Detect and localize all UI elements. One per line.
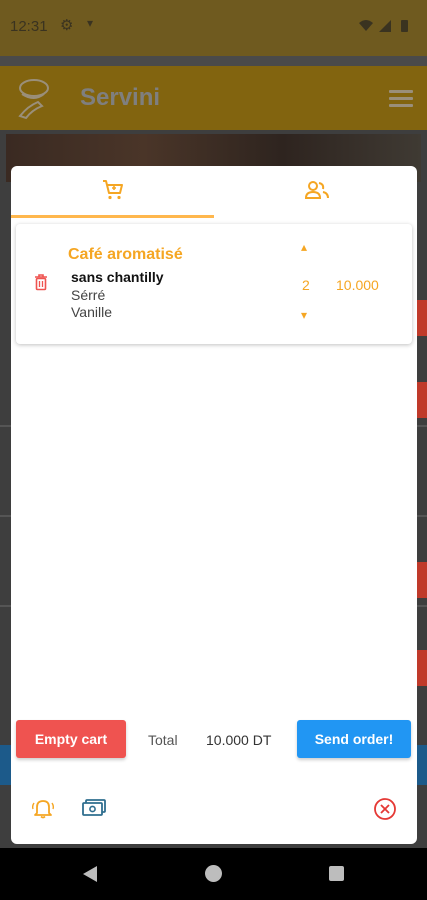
- total-value: 10.000 DT: [206, 732, 272, 748]
- active-tab-indicator: [11, 215, 214, 218]
- recent-apps-icon[interactable]: [329, 866, 344, 881]
- status-time: 12:31: [10, 18, 48, 35]
- servini-logo-icon: [14, 76, 54, 125]
- decrease-quantity-icon[interactable]: ▾: [301, 308, 307, 322]
- cart-dialog: Café aromatisé sans chantilly Sérré Vani…: [11, 166, 417, 844]
- cart-icon: [101, 178, 125, 207]
- item-option: Sérré: [71, 287, 106, 303]
- cart-item: Café aromatisé sans chantilly Sérré Vani…: [16, 224, 412, 344]
- item-option: Vanille: [71, 304, 112, 320]
- empty-cart-button[interactable]: Empty cart: [16, 720, 126, 758]
- send-order-button[interactable]: Send order!: [297, 720, 411, 758]
- total-label: Total: [148, 732, 178, 748]
- notification-dot-icon: ▾: [87, 16, 94, 30]
- item-name: Café aromatisé: [68, 246, 183, 263]
- system-icons: [357, 17, 417, 40]
- app-bar: Servini: [0, 66, 427, 130]
- system-nav-bar: [0, 848, 427, 900]
- users-icon: [304, 178, 330, 207]
- increase-quantity-icon[interactable]: ▴: [301, 240, 307, 254]
- hamburger-icon[interactable]: [389, 90, 413, 108]
- cart-tabs: [11, 166, 417, 218]
- money-icon[interactable]: [81, 798, 107, 823]
- tab-users[interactable]: [214, 166, 417, 218]
- close-circle-icon[interactable]: [373, 797, 397, 826]
- delete-icon[interactable]: [34, 274, 48, 296]
- cart-footer: Empty cart Total 10.000 DT Send order!: [11, 719, 417, 759]
- item-quantity: 2: [302, 277, 310, 293]
- home-icon[interactable]: [205, 865, 222, 882]
- tab-cart[interactable]: [11, 166, 214, 218]
- back-icon[interactable]: [82, 865, 98, 888]
- item-option: sans chantilly: [71, 269, 164, 285]
- gear-icon: ⚙: [60, 17, 74, 34]
- status-bar: 12:31 ⚙ ▾: [0, 0, 427, 56]
- bell-icon[interactable]: [31, 797, 55, 824]
- item-price: 10.000: [336, 277, 379, 293]
- app-title: Servini: [80, 84, 161, 111]
